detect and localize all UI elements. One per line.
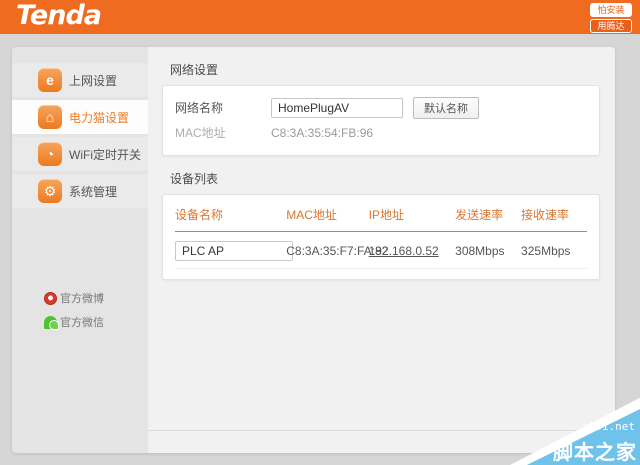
device-tx-rate-cell: 308Mbps: [455, 231, 522, 269]
tenda-logo: Tenda: [16, 0, 102, 31]
slogan-line-1: 怕安装: [590, 3, 632, 17]
network-settings-card: 网络名称 默认名称 MAC地址 C8:3A:35:54:FB:96: [162, 85, 600, 156]
default-name-button[interactable]: 默认名称: [413, 96, 479, 119]
mac-address-row: MAC地址 C8:3A:35:54:FB:96: [175, 120, 587, 145]
device-list-card: 设备名称 MAC地址 IP地址 发送速率 接收速率 C8:3A:35:: [162, 194, 600, 280]
site-watermark: jb51.net 脚本之家: [510, 395, 640, 465]
powerline-home-icon: ⌂: [38, 105, 62, 129]
mac-address-value: C8:3A:35:54:FB:96: [271, 125, 374, 140]
sidebar-menu: e 上网设置 ⌂ 电力猫设置 ◔ WiFi定时开关 ⚙ 系统管理: [12, 63, 148, 208]
weibo-label: 官方微博: [60, 293, 104, 305]
sidebar-item-internet-settings[interactable]: e 上网设置: [12, 63, 148, 97]
slogan-line-2: 用腾达: [590, 19, 632, 33]
sidebar-item-label: 上网设置: [69, 73, 118, 88]
sidebar-item-label: 电力猫设置: [69, 110, 130, 125]
sidebar-item-wifi-timer[interactable]: ◔ WiFi定时开关: [12, 137, 148, 171]
column-mac-address: MAC地址: [286, 199, 369, 232]
timer-icon: ◔: [38, 142, 62, 166]
app-header: Tenda 怕安装 用腾达: [0, 0, 640, 34]
wechat-label: 官方微信: [60, 317, 104, 329]
column-device-name: 设备名称: [175, 199, 287, 232]
device-ip-link[interactable]: 192.168.0.52: [369, 244, 439, 258]
official-wechat-link[interactable]: 官方微信: [44, 314, 104, 330]
network-name-row: 网络名称 默认名称: [175, 95, 587, 120]
device-rx-rate-cell: 325Mbps: [521, 231, 587, 269]
social-links: 官方微博 官方微信: [44, 290, 104, 338]
column-rx-rate: 接收速率: [521, 199, 587, 232]
watermark-site-name: 脚本之家: [553, 442, 637, 464]
network-name-label: 网络名称: [175, 101, 224, 115]
device-mac-cell: C8:3A:35:F7:FA:82: [286, 231, 388, 269]
browser-icon: e: [38, 68, 62, 92]
network-name-input[interactable]: [271, 97, 403, 118]
column-ip-address: IP地址: [368, 199, 456, 232]
device-table: 设备名称 MAC地址 IP地址 发送速率 接收速率 C8:3A:35:: [175, 199, 587, 269]
official-weibo-link[interactable]: 官方微博: [44, 290, 104, 306]
main-panel: 网络设置 网络名称 默认名称 MAC地址 C8:3A:35:54:FB:96 设…: [148, 47, 615, 453]
weibo-icon: [44, 291, 57, 305]
content-wrapper: e 上网设置 ⌂ 电力猫设置 ◔ WiFi定时开关 ⚙ 系统管理 官方微博 官方…: [12, 47, 615, 453]
device-ip-cell: 192.168.0.52: [368, 231, 456, 269]
watermark-site-url: jb51.net: [582, 420, 635, 433]
network-settings-title: 网络设置: [170, 63, 219, 77]
device-list-title: 设备列表: [170, 172, 219, 186]
column-tx-rate: 发送速率: [455, 199, 522, 232]
wechat-icon: [44, 315, 59, 330]
device-name-cell: [175, 231, 293, 269]
sidebar-item-powerline-settings[interactable]: ⌂ 电力猫设置: [12, 100, 148, 134]
table-row: C8:3A:35:F7:FA:82 192.168.0.52 308Mbps 3…: [175, 231, 587, 269]
sidebar-item-system-management[interactable]: ⚙ 系统管理: [12, 174, 148, 208]
sidebar-item-label: WiFi定时开关: [69, 147, 141, 162]
sidebar: e 上网设置 ⌂ 电力猫设置 ◔ WiFi定时开关 ⚙ 系统管理 官方微博 官方…: [12, 47, 148, 453]
sidebar-item-label: 系统管理: [69, 184, 118, 199]
mac-address-label: MAC地址: [175, 126, 226, 140]
device-table-header-row: 设备名称 MAC地址 IP地址 发送速率 接收速率: [175, 199, 587, 232]
gear-icon: ⚙: [38, 179, 62, 203]
slogan-badge: 怕安装 用腾达: [590, 3, 632, 33]
device-name-input[interactable]: [175, 241, 293, 261]
